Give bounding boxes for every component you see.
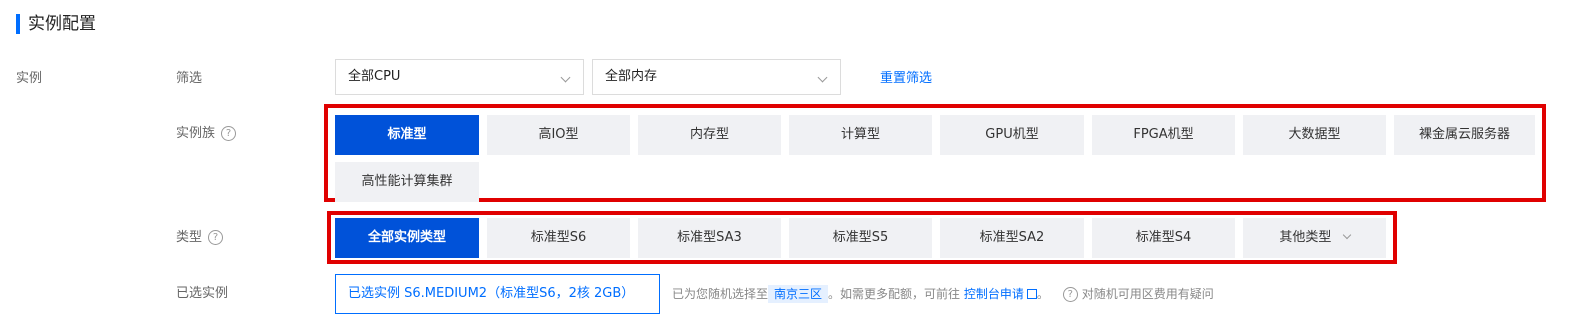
hint-end: 。 bbox=[1036, 287, 1049, 301]
chevron-down-icon bbox=[1342, 230, 1351, 240]
question-icon: ? bbox=[1062, 287, 1078, 302]
help-icon[interactable]: ? bbox=[221, 126, 237, 141]
region-badge: 南京三区 bbox=[768, 285, 829, 303]
family-chip-fpga[interactable]: FPGA机型 bbox=[1092, 115, 1235, 155]
type-chip-sa3[interactable]: 标准型SA3 bbox=[638, 218, 781, 258]
type-chip-all[interactable]: 全部实例类型 bbox=[335, 218, 479, 258]
chevron-down-icon bbox=[817, 72, 828, 83]
section-title-accent bbox=[16, 14, 20, 34]
type-chip-s6[interactable]: 标准型S6 bbox=[487, 218, 630, 258]
type-chip-sa2[interactable]: 标准型SA2 bbox=[940, 218, 1084, 258]
selected-instance-hint: 已为您随机选择至 南京三区 。如需更多配额，可前往 控制台申请。 ? 对随机可用区费用… bbox=[672, 285, 1214, 303]
row-label-type: 类型? bbox=[176, 228, 224, 248]
selected-instance-box[interactable]: 已选实例 S6.MEDIUM2（标准型S6，2核 2GB） bbox=[335, 274, 660, 314]
type-chip-other[interactable]: 其他类型 bbox=[1243, 218, 1386, 258]
row-label-family: 实例族? bbox=[176, 124, 237, 144]
reset-filter-link[interactable]: 重置筛选 bbox=[880, 69, 932, 89]
family-chip-bare-metal[interactable]: 裸金属云服务器 bbox=[1394, 115, 1535, 155]
hint-prefix: 已为您随机选择至 bbox=[672, 287, 769, 301]
console-apply-link[interactable]: 控制台申请 bbox=[964, 287, 1024, 301]
memory-select-value: 全部内存 bbox=[605, 69, 658, 84]
family-chip-standard[interactable]: 标准型 bbox=[335, 115, 479, 155]
section-title: 实例配置 bbox=[28, 14, 96, 34]
faq-link[interactable]: 对随机可用区费用有疑问 bbox=[1082, 287, 1214, 301]
family-chip-bigdata[interactable]: 大数据型 bbox=[1243, 115, 1386, 155]
type-chip-s4[interactable]: 标准型S4 bbox=[1092, 218, 1235, 258]
memory-select[interactable]: 全部内存 bbox=[592, 59, 841, 95]
cpu-select[interactable]: 全部CPU bbox=[335, 59, 584, 95]
help-icon[interactable]: ? bbox=[208, 230, 224, 245]
hint-middle: 。如需更多配额，可前往 bbox=[828, 287, 961, 301]
family-chip-high-io[interactable]: 高IO型 bbox=[487, 115, 630, 155]
row-label-filter: 筛选 bbox=[176, 71, 203, 86]
external-link-icon bbox=[1026, 289, 1037, 299]
type-chip-other-label: 其他类型 bbox=[1279, 230, 1332, 245]
family-chip-compute[interactable]: 计算型 bbox=[789, 115, 932, 155]
row-label-family-text: 实例族 bbox=[176, 126, 216, 141]
row-label-selected: 已选实例 bbox=[176, 286, 229, 301]
chevron-down-icon bbox=[560, 72, 571, 83]
row-label-type-text: 类型 bbox=[176, 230, 203, 245]
cpu-select-value: 全部CPU bbox=[348, 69, 401, 84]
row-label-instance: 实例 bbox=[16, 71, 43, 86]
family-chip-memory[interactable]: 内存型 bbox=[638, 115, 781, 155]
family-chip-gpu[interactable]: GPU机型 bbox=[940, 115, 1084, 155]
type-chip-s5[interactable]: 标准型S5 bbox=[789, 218, 932, 258]
family-chip-hpc-cluster[interactable]: 高性能计算集群 bbox=[335, 162, 479, 202]
